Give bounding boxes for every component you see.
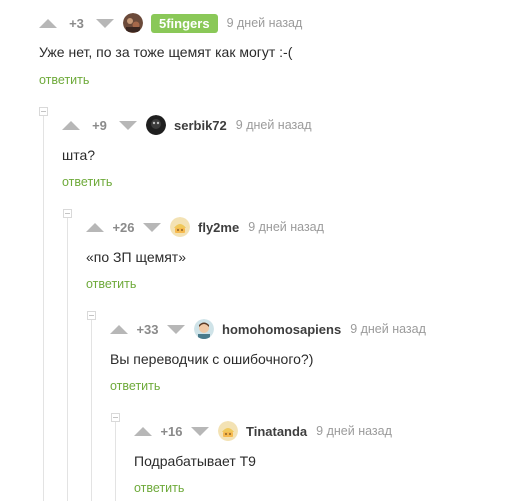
collapse-toggle-icon[interactable] — [111, 413, 120, 422]
comment-text: шта? — [62, 147, 96, 163]
collapse-toggle-icon[interactable] — [63, 209, 72, 218]
reply-link[interactable]: ответить — [39, 73, 89, 87]
thread-line-level-1 — [43, 113, 44, 501]
avatar[interactable] — [218, 421, 238, 441]
vote-down-icon[interactable] — [119, 120, 137, 130]
comment-rating: +33 — [136, 321, 159, 337]
reply-link[interactable]: ответить — [134, 481, 184, 495]
thread-line-level-3 — [91, 317, 92, 501]
collapse-toggle-icon[interactable] — [39, 107, 48, 116]
author-nick[interactable]: Tinatanda — [246, 424, 307, 439]
avatar[interactable] — [170, 217, 190, 237]
comment-header: +3 5fingers 9 дней назад — [39, 12, 302, 34]
comment-text: Вы переводчик с ошибочного?) — [110, 351, 314, 367]
author-nick[interactable]: homohomosapiens — [222, 322, 341, 337]
thread-line-level-4 — [115, 419, 116, 501]
comment-time[interactable]: 9 дней назад — [236, 118, 312, 132]
comment-rating: +3 — [69, 15, 84, 31]
reply-link[interactable]: ответить — [62, 175, 112, 189]
reply-link[interactable]: ответить — [110, 379, 160, 393]
vote-up-icon[interactable] — [62, 120, 80, 130]
comment-rating: +26 — [112, 219, 135, 235]
comment-time[interactable]: 9 дней назад — [227, 16, 303, 30]
avatar[interactable] — [123, 13, 143, 33]
comment-header: +26 fly2me 9 дней назад — [86, 216, 324, 238]
vote-up-icon[interactable] — [39, 18, 57, 28]
comment-rating: +16 — [160, 423, 183, 439]
vote-up-icon[interactable] — [86, 222, 104, 232]
avatar[interactable] — [194, 319, 214, 339]
comment-time[interactable]: 9 дней назад — [316, 424, 392, 438]
vote-down-icon[interactable] — [191, 426, 209, 436]
comment-time[interactable]: 9 дней назад — [350, 322, 426, 336]
author-nick[interactable]: fly2me — [198, 220, 239, 235]
avatar[interactable] — [146, 115, 166, 135]
comment-header: +9 serbik72 9 дней назад — [62, 114, 312, 136]
vote-up-icon[interactable] — [134, 426, 152, 436]
author-nick[interactable]: 5fingers — [151, 13, 218, 33]
comment-text: Подрабатывает Т9 — [134, 453, 256, 469]
vote-down-icon[interactable] — [143, 222, 161, 232]
comment-time[interactable]: 9 дней назад — [248, 220, 324, 234]
comment-rating: +9 — [92, 117, 107, 133]
comment-header: +33 homohomosapiens 9 дней назад — [110, 318, 426, 340]
reply-link[interactable]: ответить — [86, 277, 136, 291]
author-nick[interactable]: serbik72 — [174, 118, 227, 133]
comment-text: Уже нет, по за тоже щемят как могут :-( — [39, 44, 293, 60]
comment-header: +16 Tinatanda 9 дней назад — [134, 420, 392, 442]
vote-down-icon[interactable] — [167, 324, 185, 334]
vote-up-icon[interactable] — [110, 324, 128, 334]
comment-text: «по ЗП щемят» — [86, 249, 187, 265]
collapse-toggle-icon[interactable] — [87, 311, 96, 320]
vote-down-icon[interactable] — [96, 18, 114, 28]
thread-line-level-2 — [67, 215, 68, 501]
